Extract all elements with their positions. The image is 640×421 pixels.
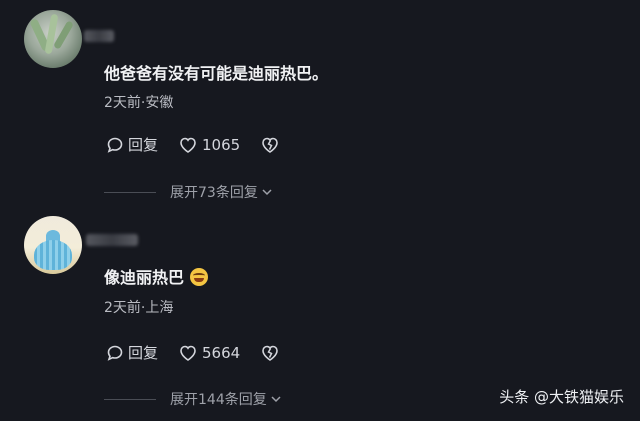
dislike-button[interactable] (260, 136, 284, 154)
reply-button[interactable]: 回复 (106, 134, 158, 155)
divider-line (104, 191, 156, 193)
watermark: 头条 @大铁猫娱乐 (499, 388, 624, 406)
username-blurred[interactable] (86, 234, 138, 246)
chevron-down-icon (262, 189, 272, 196)
like-button[interactable]: 5664 (178, 344, 240, 362)
comment-text: 像迪丽热巴 (104, 264, 209, 288)
username-blurred[interactable] (84, 30, 114, 42)
broken-heart-icon (262, 345, 279, 361)
comment-bubble-icon (107, 137, 123, 153)
expand-label: 展开144条回复 (170, 392, 267, 408)
expand-label: 展开73条回复 (170, 185, 258, 201)
expand-replies-button[interactable]: 展开144条回复 (104, 389, 282, 409)
dislike-button[interactable] (260, 344, 284, 362)
heart-outline-icon (180, 137, 196, 153)
laughing-tears-emoji-icon (190, 268, 209, 286)
like-count: 5664 (202, 343, 241, 362)
comment-actions: 回复 1065 (106, 134, 304, 155)
like-count: 1065 (202, 135, 241, 154)
like-button[interactable]: 1065 (178, 136, 240, 154)
comment-meta: 2天前·安徽 (104, 95, 174, 111)
chevron-down-icon (271, 396, 281, 403)
broken-heart-icon (262, 137, 279, 153)
comment-meta: 2天前·上海 (104, 300, 174, 316)
reply-button[interactable]: 回复 (106, 342, 158, 363)
divider-line (104, 398, 156, 400)
expand-replies-button[interactable]: 展开73条回复 (104, 182, 273, 202)
reply-label: 回复 (128, 136, 159, 154)
comment-text: 他爸爸有没有可能是迪丽热巴。 (104, 64, 329, 83)
avatar[interactable] (24, 10, 82, 68)
heart-outline-icon (180, 345, 196, 361)
comment-bubble-icon (107, 345, 123, 361)
comment-actions: 回复 5664 (106, 342, 304, 363)
avatar[interactable] (24, 216, 82, 274)
reply-label: 回复 (128, 344, 159, 362)
comment-text-content: 像迪丽热巴 (104, 268, 185, 287)
